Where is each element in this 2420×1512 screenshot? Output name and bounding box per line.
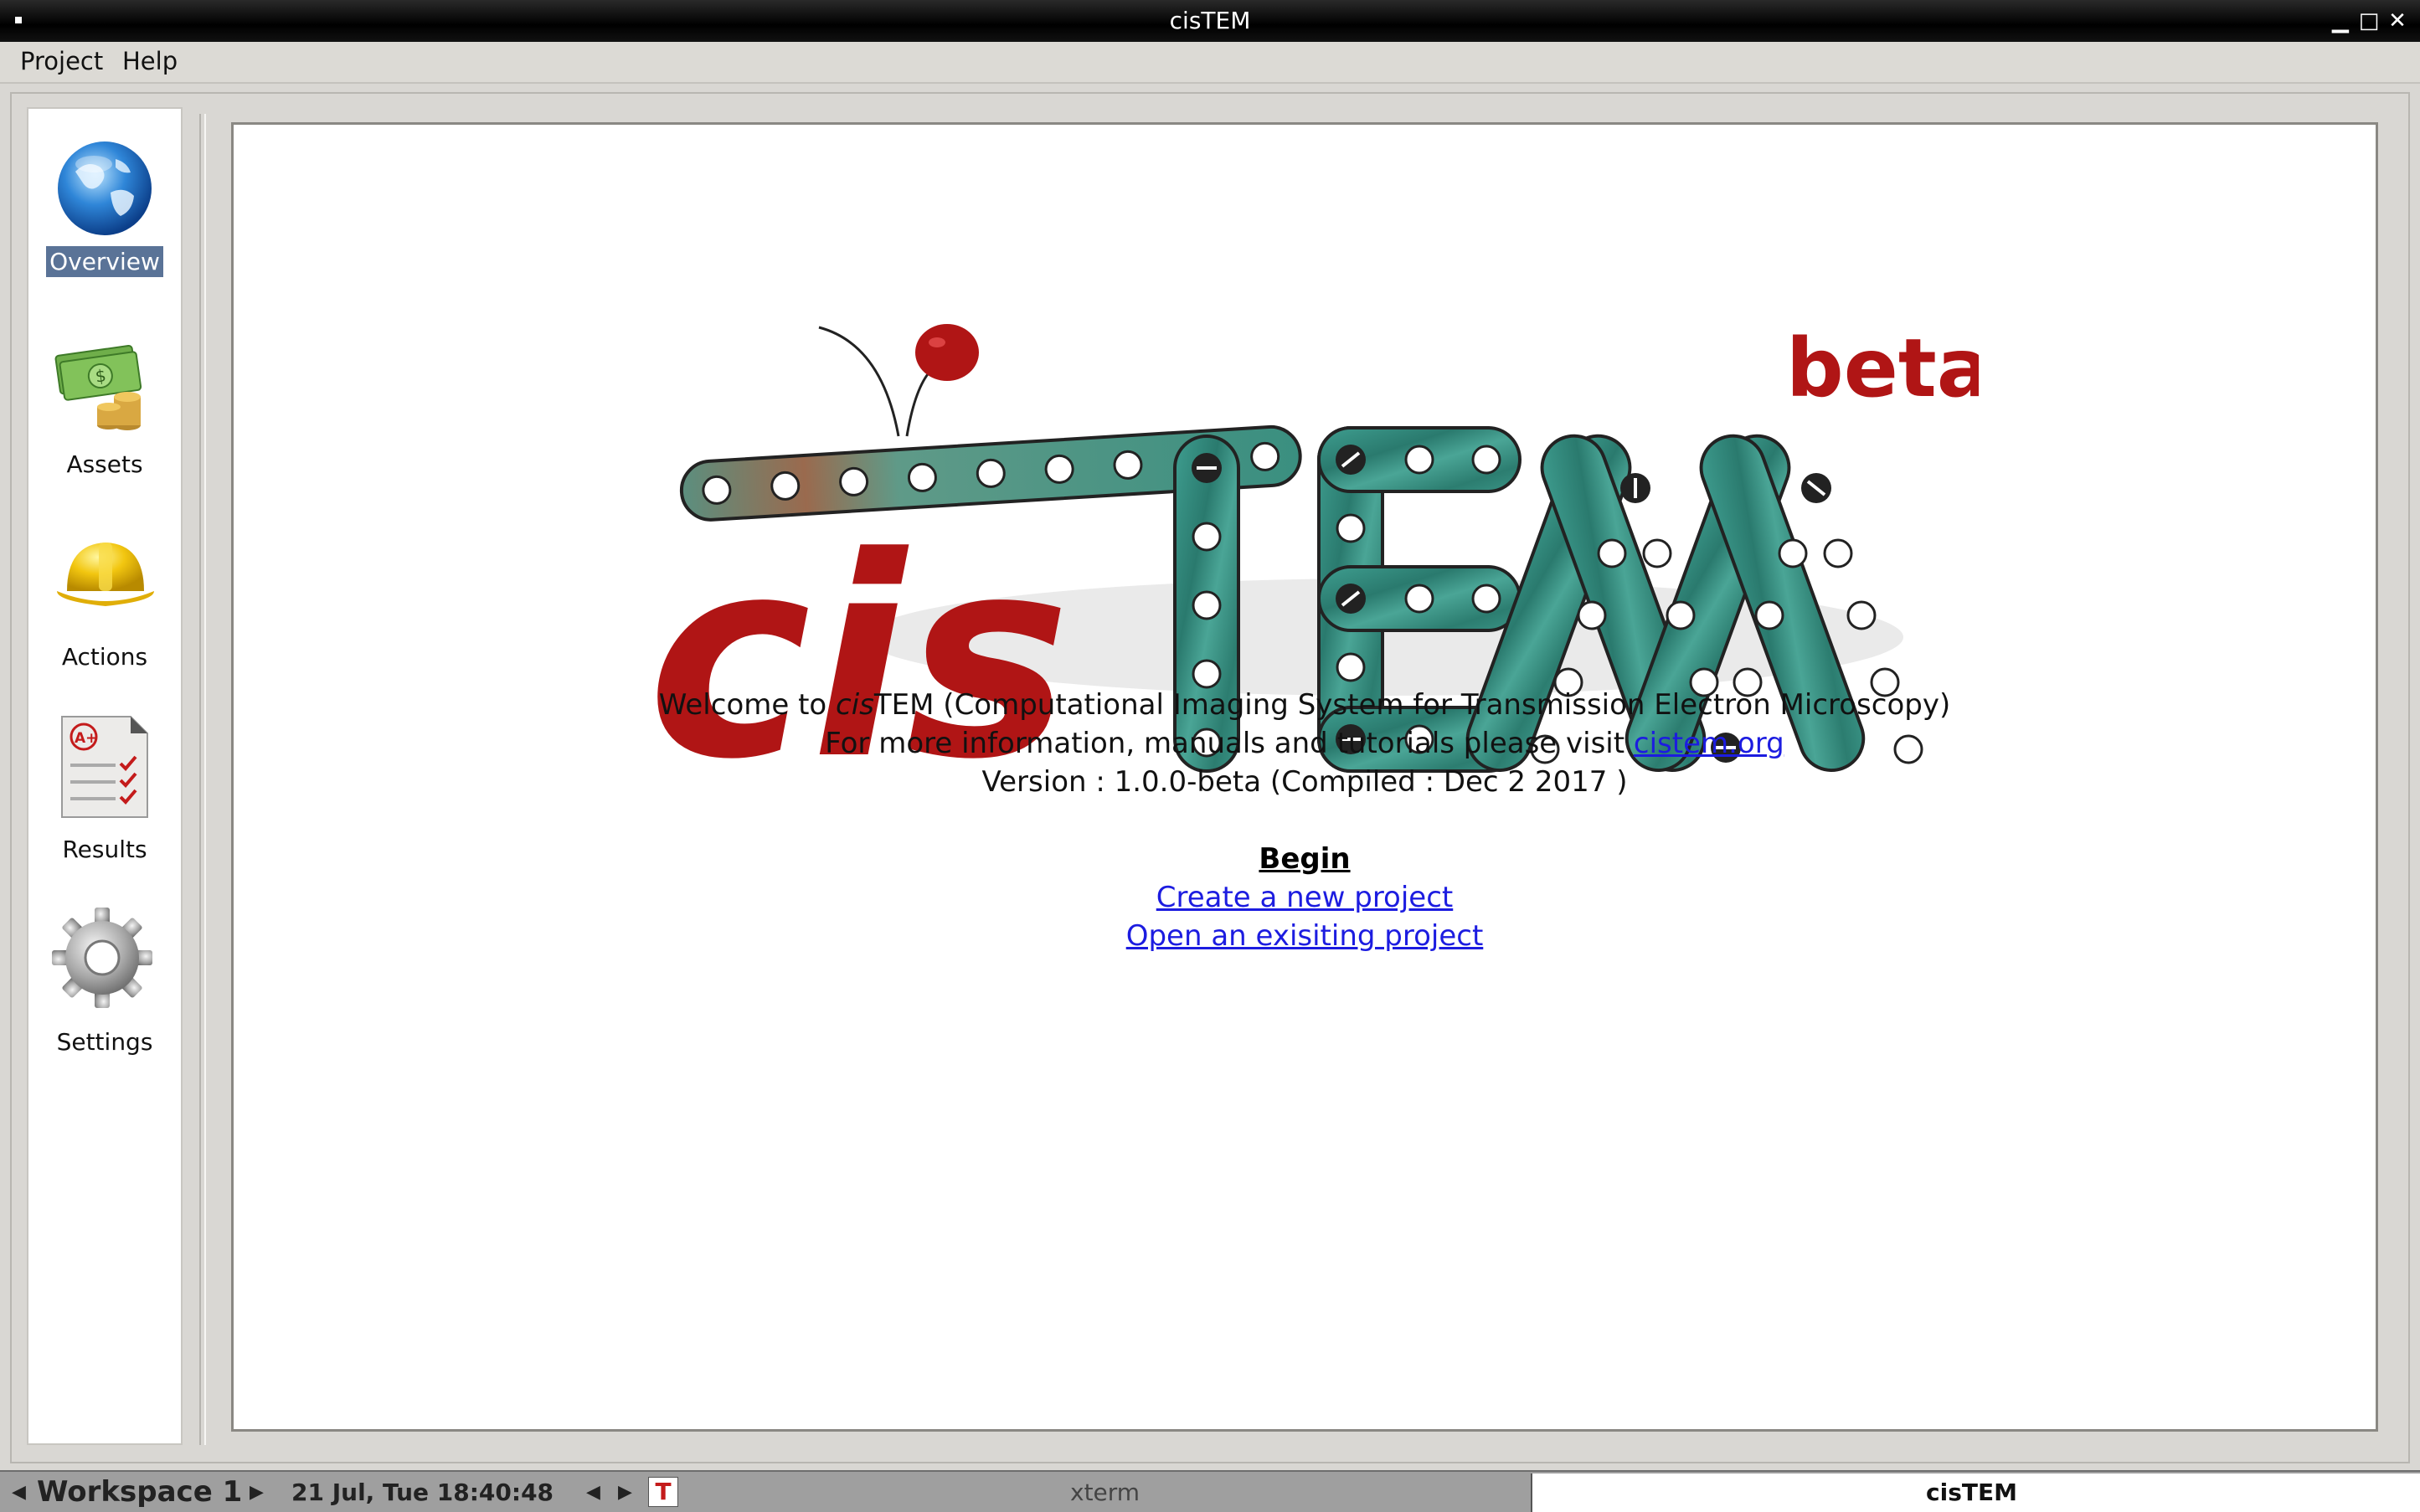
workspace-label[interactable]: Workspace 1 [37,1475,242,1509]
task-prev-icon[interactable]: ◀ [586,1482,600,1503]
info-line: For more information, manuals and tutori… [234,724,2376,763]
sidebar-item-label: Assets [66,450,143,478]
gear-icon [52,908,152,1008]
checklist-icon: A+ [61,716,148,818]
sidebar-item-settings[interactable]: Settings [28,904,181,1057]
overview-panel: cis beta Welcome to cisTEM (Computationa… [231,122,2378,1432]
begin-heading: Begin [234,840,2376,878]
open-project-row: Open an exisiting project [234,917,2376,955]
menu-help[interactable]: Help [116,47,184,75]
clock: 21 Jul, Tue 18:40:48 [291,1479,554,1506]
sidebar-item-assets[interactable]: $ Assets [28,327,181,480]
svg-text:A+: A+ [75,730,97,747]
window-titlebar[interactable]: cisTEM ▁ □ ✕ [0,0,2420,42]
close-icon[interactable]: ✕ [2385,8,2410,33]
menu-project[interactable]: Project [13,47,110,75]
create-project-link[interactable]: Create a new project [1156,881,1454,914]
cistem-org-link[interactable]: cistem.org [1634,727,1784,760]
welcome-prefix: Welcome to [658,688,837,722]
window-title: cisTEM [1169,7,1251,34]
sidebar-item-label: Actions [61,643,148,671]
open-project-link[interactable]: Open an exisiting project [1126,919,1484,953]
sidebar-item-results[interactable]: A+ Results [28,712,181,865]
task-xterm[interactable]: xterm [677,1473,1527,1512]
minimize-icon[interactable]: ▁ [2328,8,2353,33]
sidebar-item-label: Settings [56,1028,153,1056]
menu-bar: Project Help [0,42,2420,84]
begin-label: Begin [1259,842,1351,876]
welcome-italic: cis [836,688,874,722]
money-icon: $ [54,344,142,430]
logo-beta-text: beta [1786,321,1979,415]
task-next-icon[interactable]: ▶ [618,1482,632,1503]
task-cistem[interactable]: cisTEM [1531,1473,2420,1512]
create-project-row: Create a new project [234,878,2376,917]
sidebar-item-label: Results [62,836,147,863]
sidebar: Overview $ Assets Actions A+ Results Set… [27,107,183,1445]
task-label: xterm [1070,1479,1140,1506]
sidebar-item-label: Overview [46,246,163,277]
task-label: cisTEM [1926,1479,2017,1506]
sidebar-item-overview[interactable]: Overview [28,134,181,277]
welcome-suffix: TEM (Computational Imaging System for Tr… [873,688,1951,722]
info-prefix: For more information, manuals and tutori… [825,727,1634,760]
sidebar-splitter[interactable] [199,114,206,1445]
taskbar: ◀ Workspace 1 ▶ 21 Jul, Tue 18:40:48 ◀ ▶… [0,1470,2420,1512]
globe-icon [58,141,152,235]
version-line: Version : 1.0.0-beta (Compiled : Dec 2 2… [981,765,1628,799]
workspace-prev-icon[interactable]: ◀ [12,1482,26,1503]
hardhat-icon [57,543,154,606]
workspace-next-icon[interactable]: ▶ [250,1482,264,1503]
xterm-app-icon[interactable]: T [648,1477,678,1507]
maximize-icon[interactable]: □ [2356,8,2381,33]
sidebar-item-actions[interactable]: Actions [28,519,181,672]
welcome-line: Welcome to cisTEM (Computational Imaging… [234,686,2376,724]
